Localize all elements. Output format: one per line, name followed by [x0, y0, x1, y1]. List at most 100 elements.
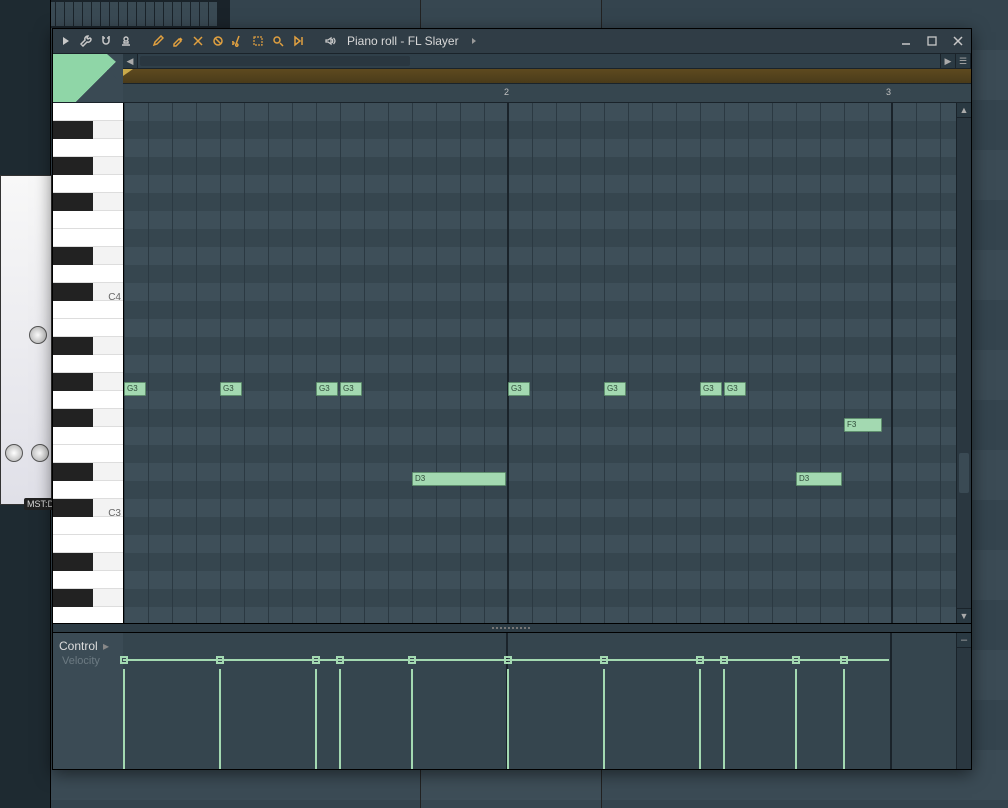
delete-tool-icon[interactable]	[191, 34, 205, 48]
piano-key[interactable]	[53, 175, 123, 193]
piano-key[interactable]	[53, 211, 123, 229]
piano-key[interactable]	[53, 571, 123, 589]
midi-note[interactable]: G3	[124, 382, 146, 396]
vertical-scrollbar[interactable]: ▲ ▼	[956, 103, 971, 623]
wrench-icon[interactable]	[79, 34, 93, 48]
piano-key[interactable]	[53, 157, 123, 175]
grid-columns	[124, 103, 956, 623]
piano-key[interactable]	[53, 337, 123, 355]
velocity-editor[interactable]	[123, 633, 956, 769]
minimize-button[interactable]	[899, 34, 913, 48]
speaker-icon[interactable]	[323, 34, 337, 48]
playhead-marker[interactable]	[123, 69, 133, 83]
bar-divider	[890, 633, 892, 769]
midi-note[interactable]: D3	[412, 472, 506, 486]
magnet-icon[interactable]	[99, 34, 113, 48]
velocity-stem[interactable]	[723, 669, 725, 769]
marker-lane[interactable]	[123, 69, 971, 84]
control-lane: Control ▸ Velocity –	[53, 633, 971, 769]
velocity-stem[interactable]	[219, 669, 221, 769]
zoom-tool-icon[interactable]	[271, 34, 285, 48]
vscroll-thumb[interactable]	[959, 453, 969, 493]
velocity-stem[interactable]	[603, 669, 605, 769]
piano-key[interactable]	[53, 463, 123, 481]
midi-note[interactable]: G3	[700, 382, 722, 396]
vscroll-down-arrow[interactable]: ▼	[957, 608, 971, 623]
piano-key[interactable]	[53, 391, 123, 409]
velocity-stem[interactable]	[507, 669, 509, 769]
maximize-button[interactable]	[925, 34, 939, 48]
velocity-stem[interactable]	[843, 669, 845, 769]
piano-key[interactable]	[53, 409, 123, 427]
piano-keyboard[interactable]: C4C3	[53, 103, 124, 623]
piano-key[interactable]	[53, 247, 123, 265]
paint-tool-icon[interactable]	[171, 34, 185, 48]
piano-key[interactable]	[53, 373, 123, 391]
midi-note[interactable]: G3	[340, 382, 362, 396]
midi-note[interactable]: G3	[604, 382, 626, 396]
hscroll-thumb[interactable]	[140, 56, 410, 66]
piano-key[interactable]	[53, 139, 123, 157]
pattern-tab[interactable]	[53, 54, 123, 102]
window-title: Piano roll - FL Slayer	[347, 34, 459, 48]
velocity-stem[interactable]	[795, 669, 797, 769]
control-lane-sublabel: Velocity	[62, 655, 100, 667]
close-button[interactable]	[951, 34, 965, 48]
select-tool-icon[interactable]	[251, 34, 265, 48]
piano-key[interactable]	[53, 427, 123, 445]
velocity-line	[507, 659, 603, 661]
piano-key[interactable]	[53, 517, 123, 535]
midi-note[interactable]: G3	[508, 382, 530, 396]
midi-note[interactable]: G3	[724, 382, 746, 396]
control-lane-header[interactable]: Control ▸ Velocity	[53, 633, 123, 769]
velocity-line	[603, 659, 699, 661]
piano-key[interactable]	[53, 193, 123, 211]
velocity-stem[interactable]	[315, 669, 317, 769]
piano-key[interactable]	[53, 589, 123, 607]
slice-tool-icon[interactable]	[231, 34, 245, 48]
time-ruler[interactable]: 2 3	[123, 84, 971, 102]
piano-key[interactable]	[53, 553, 123, 571]
velocity-stem[interactable]	[411, 669, 413, 769]
velocity-line	[339, 659, 411, 661]
vscroll-up-arrow[interactable]: ▲	[957, 103, 971, 118]
stamp-icon[interactable]	[119, 34, 133, 48]
piano-key[interactable]	[53, 229, 123, 247]
hscroll-menu-icon[interactable]: ☰	[955, 54, 971, 68]
velocity-line	[699, 659, 723, 661]
piano-key[interactable]	[53, 301, 123, 319]
piano-key[interactable]	[53, 121, 123, 139]
velocity-stem[interactable]	[339, 669, 341, 769]
hscroll-right-arrow[interactable]: ▶	[940, 54, 955, 68]
piano-key[interactable]	[53, 481, 123, 499]
velocity-line	[723, 659, 795, 661]
timeline-header: ◀ ▶ ☰ 2 3	[53, 54, 971, 103]
horizontal-scrollbar[interactable]: ◀ ▶ ☰	[123, 54, 971, 69]
piano-key[interactable]	[53, 445, 123, 463]
collapse-lane-button[interactable]: –	[957, 633, 971, 648]
playback-tool-icon[interactable]	[291, 34, 305, 48]
piano-key[interactable]	[53, 265, 123, 283]
piano-key[interactable]	[53, 607, 123, 623]
piano-key[interactable]	[53, 319, 123, 337]
draw-tool-icon[interactable]	[151, 34, 165, 48]
piano-key[interactable]	[53, 535, 123, 553]
note-grid[interactable]: G3G3G3G3G3G3G3G3D3D3F3	[124, 103, 956, 623]
midi-note[interactable]: D3	[796, 472, 842, 486]
midi-note[interactable]: G3	[316, 382, 338, 396]
velocity-stem[interactable]	[123, 669, 125, 769]
midi-note[interactable]: G3	[220, 382, 242, 396]
mute-tool-icon[interactable]	[211, 34, 225, 48]
piano-key[interactable]	[53, 103, 123, 121]
piano-key[interactable]	[53, 355, 123, 373]
menu-arrow-icon[interactable]	[59, 34, 73, 48]
midi-note[interactable]: F3	[844, 418, 882, 432]
title-arrow-icon[interactable]	[467, 34, 481, 48]
hscroll-left-arrow[interactable]: ◀	[123, 54, 138, 68]
velocity-line	[123, 659, 219, 661]
titlebar[interactable]: Piano roll - FL Slayer	[53, 29, 971, 54]
bar-divider	[891, 103, 893, 623]
main-area: C4C3 G3G3G3G3G3G3G3G3D3D3F3 ▲ ▼	[53, 103, 971, 623]
lane-resize-handle[interactable]	[53, 623, 971, 633]
velocity-stem[interactable]	[699, 669, 701, 769]
